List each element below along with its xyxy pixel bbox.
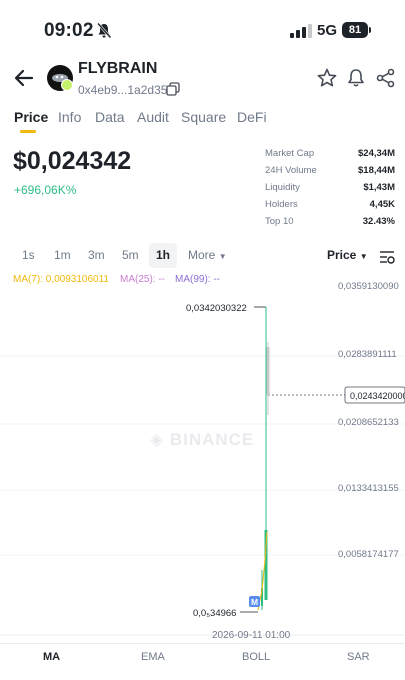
timeframe-5m[interactable]: 5m xyxy=(122,248,139,262)
network-type: 5G xyxy=(317,22,338,39)
timeframe-3m[interactable]: 3m xyxy=(88,248,105,262)
token-name: FLYBRAIN xyxy=(78,60,158,77)
y-tick-label: 0,0208652133 xyxy=(338,417,399,428)
y-tick-label: 0,0133413155 xyxy=(338,483,399,494)
chevron-down-icon: ▼ xyxy=(218,252,227,261)
timeframe-1m[interactable]: 1m xyxy=(54,248,71,262)
active-tab-indicator xyxy=(20,130,36,133)
indicator-ema[interactable]: EMA xyxy=(141,651,165,663)
copy-icon[interactable] xyxy=(166,82,180,96)
star-icon[interactable] xyxy=(316,67,338,89)
stat-row-liquidity: Liquidity $1,43M xyxy=(265,182,395,199)
indicator-boll[interactable]: BOLL xyxy=(242,651,270,663)
bell-muted-icon xyxy=(97,22,112,39)
binance-logo-icon: ◈ xyxy=(150,430,165,449)
tab-audit[interactable]: Audit xyxy=(137,109,169,125)
more-timeframes-button[interactable]: More ▼ xyxy=(188,248,227,262)
chain-badge-icon xyxy=(61,79,73,91)
tab-square[interactable]: Square xyxy=(181,109,226,125)
watermark-text: BINANCE xyxy=(169,430,255,449)
indicator-sar[interactable]: SAR xyxy=(347,651,370,663)
stat-row-top10: Top 10 32.43% xyxy=(265,216,395,233)
caret-down-icon: ▼ xyxy=(359,252,368,261)
stat-label: Top 10 xyxy=(265,216,294,227)
stat-value: $1,43M xyxy=(363,182,395,193)
stat-value: 32.43% xyxy=(362,216,395,227)
token-stats: Market Cap $24,34M 24H Volume $18,44M Li… xyxy=(265,148,395,233)
stat-value: 4,45K xyxy=(369,199,395,210)
stat-label: Market Cap xyxy=(265,148,315,159)
y-tick-label: 0,0283891111 xyxy=(338,349,397,360)
time-axis-label: 2026-09-11 01:00 xyxy=(212,630,291,641)
status-bar: 09:02 5G 81 xyxy=(0,0,405,50)
tab-defi[interactable]: DeFi xyxy=(237,109,267,125)
battery-tip xyxy=(369,27,371,33)
candle-body xyxy=(266,347,270,395)
indicator-ma[interactable]: MA xyxy=(43,651,60,663)
bell-alert-icon[interactable] xyxy=(345,67,367,89)
marker-badge-label: M xyxy=(251,597,258,607)
stat-label: Holders xyxy=(265,199,298,210)
price-type-select[interactable]: Price ▼ xyxy=(327,248,368,262)
status-time: 09:02 xyxy=(44,20,94,41)
current-price: $0,024342 xyxy=(13,147,132,175)
timeframe-1s[interactable]: 1s xyxy=(22,248,35,262)
stat-row-volume: 24H Volume $18,44M xyxy=(265,165,395,182)
stat-value: $24,34M xyxy=(358,148,395,159)
stat-row-holders: Holders 4,45K xyxy=(265,199,395,216)
current-price-label: 0,0243420000 xyxy=(350,391,405,401)
token-address: 0x4eb9...1a2d35 xyxy=(78,83,168,97)
stat-label: Liquidity xyxy=(265,182,300,193)
tab-info[interactable]: Info xyxy=(58,109,81,125)
signal-icon xyxy=(290,24,312,38)
stat-value: $18,44M xyxy=(358,165,395,176)
y-tick-label: 0,0058174177 xyxy=(338,549,399,560)
battery-icon: 81 xyxy=(342,22,368,38)
indicator-settings-icon[interactable] xyxy=(379,249,395,265)
back-arrow-icon[interactable] xyxy=(12,66,36,90)
tab-data[interactable]: Data xyxy=(95,109,125,125)
binance-watermark: ◈ BINANCE xyxy=(150,430,254,450)
price-chart[interactable]: 0,0359130090 0,0283891111 0,0208652133 0… xyxy=(0,270,405,645)
price-select-label: Price xyxy=(327,248,357,262)
y-tick-label: 0,0359130090 xyxy=(338,281,399,292)
stat-label: 24H Volume xyxy=(265,165,317,176)
low-price-label: 0,0₅34966 xyxy=(193,608,236,619)
timeframe-1h[interactable]: 1h xyxy=(156,248,170,262)
indicator-bar xyxy=(0,643,405,680)
tab-price[interactable]: Price xyxy=(14,109,48,125)
price-change: +696,06K% xyxy=(14,183,77,197)
high-price-label: 0,0342030322 xyxy=(186,303,247,314)
stat-row-market-cap: Market Cap $24,34M xyxy=(265,148,395,165)
more-label: More xyxy=(188,248,216,262)
share-icon[interactable] xyxy=(375,67,397,89)
